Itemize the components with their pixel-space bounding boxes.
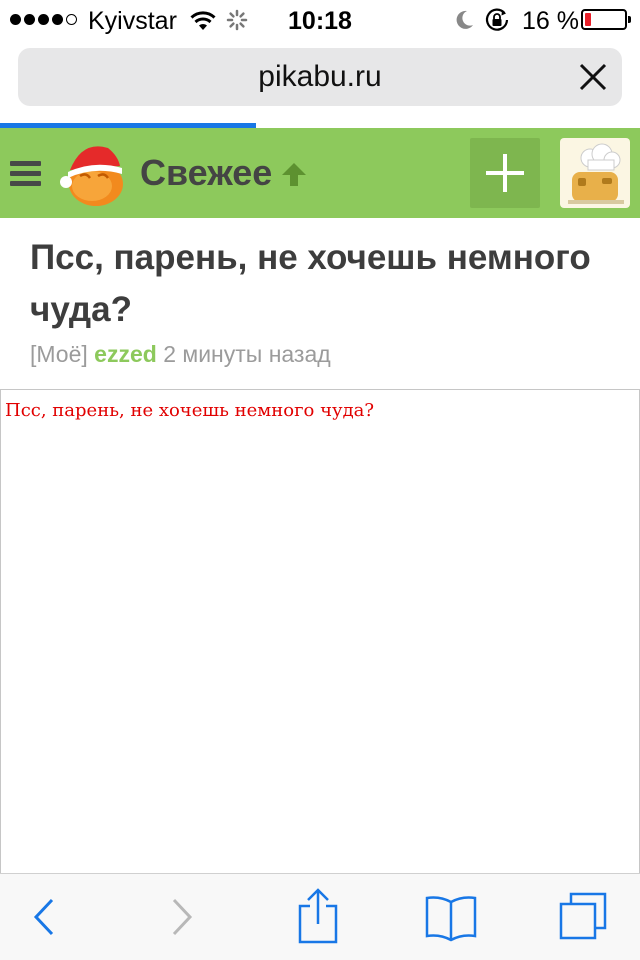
- close-icon[interactable]: [578, 62, 608, 92]
- battery-percentage: 16 %: [522, 7, 579, 35]
- rotation-lock-icon: [485, 8, 509, 31]
- site-header: Свежее: [0, 128, 640, 218]
- url-text: pikabu.ru: [258, 60, 382, 93]
- embedded-content: Псс, парень, не хочешь немного чуда?: [0, 389, 640, 875]
- do-not-disturb-moon-icon: [456, 10, 473, 29]
- chevron-left-icon[interactable]: [28, 892, 58, 942]
- status-bar: Kyivstar 10:18 16 %: [0, 0, 640, 40]
- add-post-button[interactable]: [470, 138, 540, 208]
- post-meta: [Моё] ezzed 2 минуты назад: [30, 340, 331, 368]
- plus-icon: [486, 154, 524, 192]
- chevron-right-icon[interactable]: [168, 892, 198, 942]
- address-bar[interactable]: pikabu.ru: [18, 48, 622, 106]
- avatar[interactable]: [560, 138, 630, 208]
- post-author[interactable]: ezzed: [94, 341, 157, 367]
- post-time: 2 минуты назад: [163, 341, 331, 367]
- embed-text: Псс, парень, не хочешь немного чуда?: [5, 400, 375, 421]
- tabs-icon[interactable]: [557, 890, 609, 942]
- section-title[interactable]: Свежее: [140, 153, 272, 193]
- share-icon[interactable]: [296, 888, 340, 944]
- browser-toolbar: [0, 873, 640, 960]
- post-tag[interactable]: [Моё]: [30, 341, 88, 367]
- pikabu-santa-logo[interactable]: [56, 136, 128, 210]
- avatar-chef-toaster-icon: [568, 143, 624, 204]
- post-title[interactable]: Псс, парень, не хочешь немного чуда?: [30, 232, 620, 336]
- arrow-up-icon: [282, 163, 306, 186]
- hamburger-icon[interactable]: [10, 161, 41, 187]
- battery-icon: [581, 9, 631, 30]
- book-icon[interactable]: [424, 894, 478, 942]
